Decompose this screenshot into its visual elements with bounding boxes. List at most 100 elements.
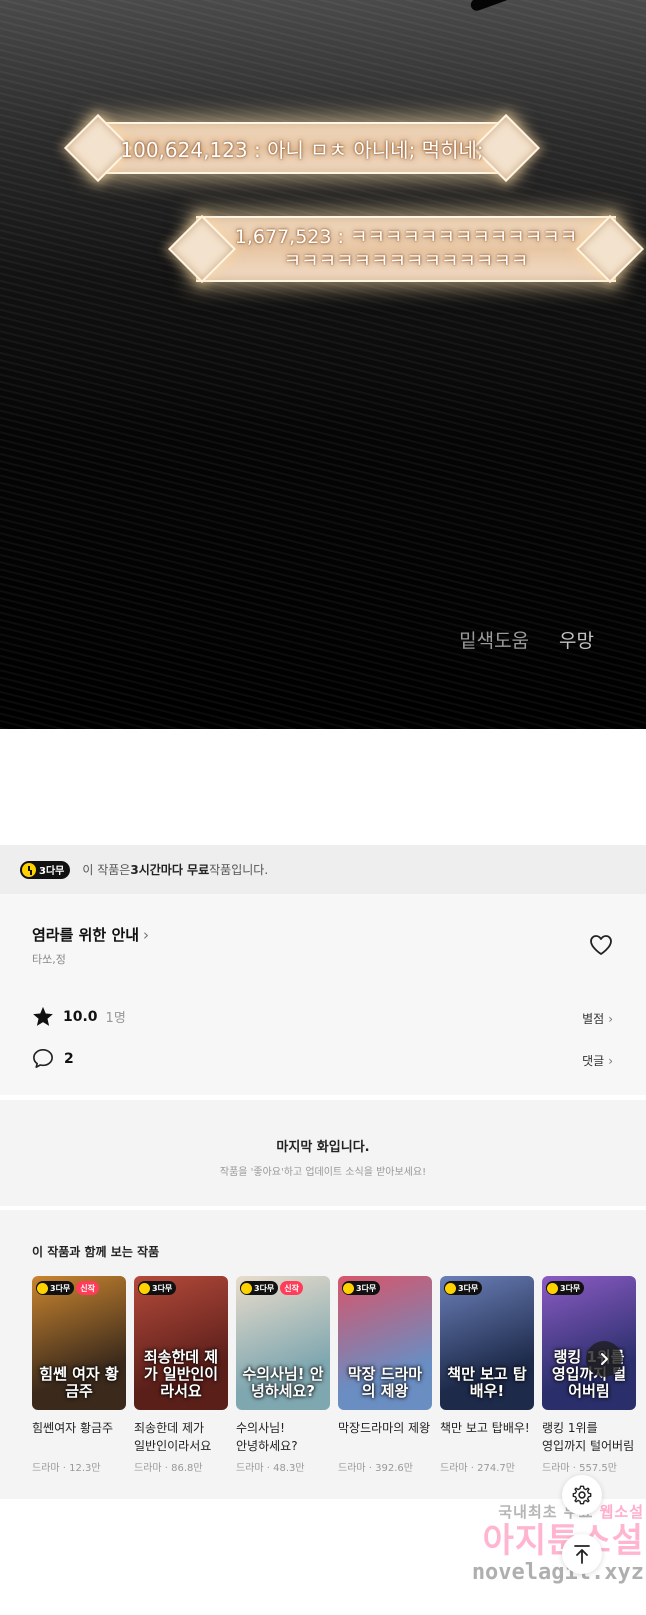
clock-icon xyxy=(343,1282,354,1294)
recommendation-meta: 드라마 · 48.3만 xyxy=(236,1463,305,1474)
cover-badges: 3다무 신작 xyxy=(240,1281,304,1295)
last-episode-subtext: 작품을 '좋아요'하고 업데이트 소식을 받아보세요! xyxy=(219,1167,427,1178)
recommendation-meta: 드라마 · 274.7만 xyxy=(440,1463,515,1474)
free-badge-label: 3다무 xyxy=(356,1283,377,1293)
credits: 밑색도움 우망 xyxy=(459,626,594,653)
recommendation-title: 랭킹 1위를 영입까지 털어버림 xyxy=(542,1421,635,1453)
clock-icon xyxy=(22,862,36,877)
chat-banner-1-text: 100,624,123 : 아니 ㅁㅊ 아니네; 먹히네; xyxy=(120,137,484,162)
recommendation-meta: 드라마 · 12.3만 xyxy=(32,1463,101,1474)
work-info-card: 염라를 위한 안내 › 타쏘,정 10.0 1명 별점 › 2 댓글 › xyxy=(0,894,646,1095)
new-badge: 신작 xyxy=(280,1281,304,1295)
work-title: 염라를 위한 안내 xyxy=(32,926,140,944)
watermark-line-2: 아지툰소설 xyxy=(482,1521,644,1561)
arrow-up-icon xyxy=(574,1545,590,1564)
last-episode-section: 마지막 화입니다. 작품을 '좋아요'하고 업데이트 소식을 받아보세요! xyxy=(0,1100,646,1206)
free-notice-bar: 3다무 이 작품은 3시간마다 무료 작품입니다. xyxy=(0,845,646,894)
free-badge: 3다무 xyxy=(138,1281,177,1295)
comic-ink-mark xyxy=(469,0,511,13)
carousel-next-button[interactable] xyxy=(586,1341,622,1377)
settings-button[interactable] xyxy=(562,1475,602,1515)
heart-icon[interactable] xyxy=(589,934,613,956)
cover-image: 3다무막장 드라마의 제왕 xyxy=(338,1276,432,1410)
free-badge-label: 3다무 xyxy=(254,1283,275,1293)
chevron-right-icon: › xyxy=(143,926,150,944)
credit-author: 우망 xyxy=(559,630,594,652)
watermark-line-1: 국내최초 무료 웹소설 xyxy=(444,1501,644,1522)
cover-badges: 3다무 신작 xyxy=(36,1281,100,1295)
comment-link[interactable]: 댓글 › xyxy=(582,1052,613,1069)
recommendation-card[interactable]: 3다무 신작수의사님! 안녕하세요? 수의사님! 안녕하세요? 드라마 · 48.3만 xyxy=(236,1276,330,1474)
chat-banner-2: 1,677,523 : ㅋㅋㅋㅋㅋㅋㅋㅋㅋㅋㅋㅋㅋ ㅋㅋㅋㅋㅋㅋㅋㅋㅋㅋㅋㅋㅋㅋ xyxy=(196,216,616,282)
recommendations-list: 3다무 신작 힘쎈 여자 황금주 힘쎈여자 황금주 드라마 · 12.3만 3다무 죄송한데… xyxy=(32,1276,636,1474)
recommendation-meta: 드라마 · 86.8만 xyxy=(134,1463,203,1474)
last-episode-heading: 마지막 화입니다. xyxy=(276,1140,370,1155)
clock-icon xyxy=(139,1282,150,1294)
recommendation-meta: 드라마 · 392.6만 xyxy=(338,1463,413,1474)
recommendation-card[interactable]: 3다무막장 드라마의 제왕막장드라마의 제왕드라마 · 392.6만 xyxy=(338,1276,432,1474)
chevron-right-icon xyxy=(601,1353,608,1365)
cover-title-art: 수의사님! 안녕하세요? xyxy=(242,1365,324,1400)
cover-title-art: 힘쎈 여자 황금주 xyxy=(39,1365,119,1400)
cover-image: 3다무책만 보고 탑배우! xyxy=(440,1276,534,1410)
free-notice-prefix: 이 작품은 xyxy=(82,863,131,877)
cover-image: 3다무랭킹 1위를 영입까지 털어버림 xyxy=(542,1276,636,1410)
cover-badges: 3다무 xyxy=(342,1281,381,1295)
comment-icon xyxy=(33,1049,53,1068)
free-badge-label: 3다무 xyxy=(39,866,65,877)
recommendation-title: 힘쎈여자 황금주 xyxy=(32,1421,114,1435)
free-badge-label: 3다무 xyxy=(152,1283,173,1293)
free-notice-emphasis: 3시간마다 무료 xyxy=(130,863,210,877)
chat-banner-2-line-1: 1,677,523 : ㅋㅋㅋㅋㅋㅋㅋㅋㅋㅋㅋㅋㅋ xyxy=(234,226,578,248)
cover-title-art: 죄송한데 제가 일반인이라서요 xyxy=(143,1348,219,1400)
recommendation-card[interactable]: 3다무 책만 보고 탑배우! 책만 보고 탑배우! 드라마 · 274.7만 xyxy=(440,1276,534,1474)
free-badge-label: 3다무 xyxy=(458,1283,479,1293)
cover-badges: 3다무 xyxy=(546,1281,585,1295)
free-badge: 3다무 xyxy=(342,1281,381,1295)
comment-row: 2 xyxy=(32,1048,74,1069)
chevron-right-icon: › xyxy=(608,1054,613,1068)
watermark: 국내최초 무료 웹소설 아지툰소설 novelagit.xyz xyxy=(444,1501,644,1609)
comment-count: 2 xyxy=(64,1050,74,1067)
star-icon xyxy=(33,1006,53,1026)
free-badge: 3다무 xyxy=(546,1281,585,1295)
cover-title-art: 막장 드라마의 제왕 xyxy=(347,1365,423,1400)
clock-icon xyxy=(445,1282,456,1294)
cover-image: 3다무 신작수의사님! 안녕하세요? xyxy=(236,1276,330,1410)
recommendation-title: 책만 보고 탑배우! xyxy=(440,1421,530,1435)
work-title-link[interactable]: 염라를 위한 안내 › xyxy=(32,924,149,945)
recommendation-title: 죄송한데 제가 일반인이라서요 xyxy=(134,1421,212,1453)
recommendation-card[interactable]: 3다무랭킹 1위를 영입까지 털어버림랭킹 1위를 영입까지 털어버림드라마 ·… xyxy=(542,1276,636,1474)
work-authors: 타쏘,정 xyxy=(32,953,66,966)
free-badge: 3다무 xyxy=(444,1281,483,1295)
recommendation-title: 막장드라마의 제왕 xyxy=(338,1421,431,1435)
recommendations-title: 이 작품과 함께 보는 작품 xyxy=(32,1245,160,1259)
credit-assistant: 밑색도움 xyxy=(459,630,530,652)
recommendation-card[interactable]: 3다무 신작힘쎈 여자 황금주힘쎈여자 황금주드라마 · 12.3만 xyxy=(32,1276,126,1474)
free-notice-suffix: 작품입니다. xyxy=(209,863,269,877)
cover-title-art: 책만 보고 탑배우! xyxy=(447,1365,527,1400)
watermark-line-1b: 웹소설 xyxy=(599,1503,644,1521)
gear-icon xyxy=(572,1485,592,1505)
cover-badges: 3다무 xyxy=(138,1281,177,1295)
scroll-top-button[interactable] xyxy=(562,1534,602,1574)
recommendation-meta: 드라마 · 557.5만 xyxy=(542,1463,617,1474)
comment-link-label: 댓글 xyxy=(582,1054,605,1068)
recommendation-title: 수의사님! 안녕하세요? xyxy=(236,1421,298,1453)
free-badge-label: 3다무 xyxy=(50,1283,71,1293)
recommendation-card[interactable]: 3다무 죄송한데 제가 일반인이라서요 죄송한데 제가 일반인이라서요 드라마 · 8… xyxy=(134,1276,228,1474)
clock-icon xyxy=(37,1282,48,1294)
free-badge: 3다무 xyxy=(36,1281,75,1295)
rate-link[interactable]: 별점 › xyxy=(582,1010,613,1027)
clock-icon xyxy=(547,1282,558,1294)
chat-banner-2-line-2: ㅋㅋㅋㅋㅋㅋㅋㅋㅋㅋㅋㅋㅋㅋ xyxy=(283,250,529,272)
free-badge: 3다무 xyxy=(240,1281,279,1295)
rating-count: 1명 xyxy=(105,1011,126,1026)
rate-link-label: 별점 xyxy=(582,1012,605,1026)
cover-image: 3다무 신작힘쎈 여자 황금주 xyxy=(32,1276,126,1410)
rating-score: 10.0 xyxy=(63,1008,98,1025)
recommendations-section: 이 작품과 함께 보는 작품 3다무 신작 힘쎈 여자 황금주 힘쎈여자 황금주 드라마… xyxy=(0,1210,646,1499)
clock-icon xyxy=(241,1282,252,1294)
comic-panel: 100,624,123 : 아니 ㅁㅊ 아니네; 먹히네; 1,677,523 … xyxy=(0,0,646,729)
cover-badges: 3다무 xyxy=(444,1281,483,1295)
